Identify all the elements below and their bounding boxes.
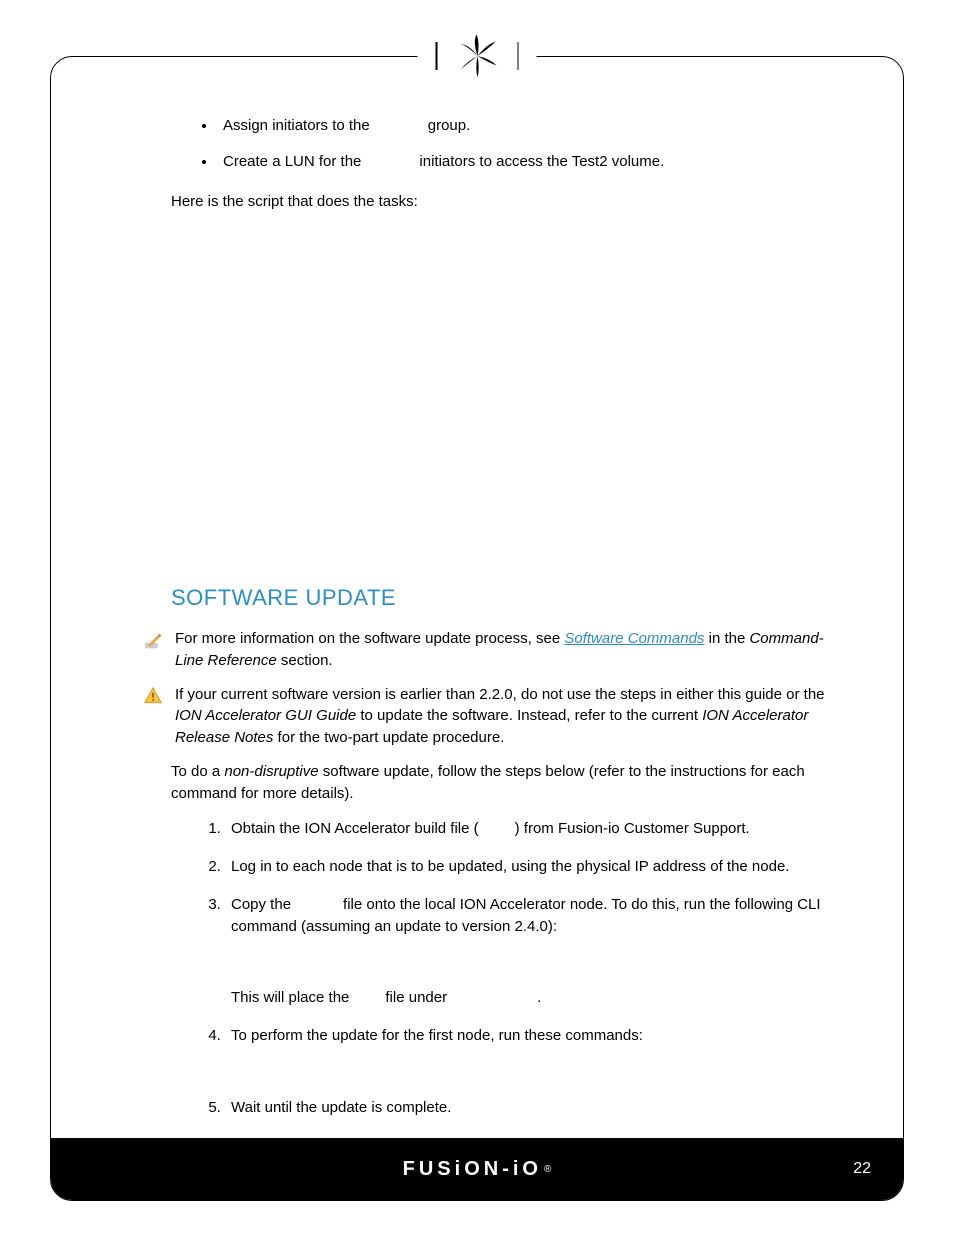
bullet-text-post: initiators to access the Test2 volume. bbox=[419, 153, 664, 170]
step4: To perform the update for the first node… bbox=[231, 1027, 643, 1044]
warn-text-a: If your current software version is earl… bbox=[175, 686, 825, 703]
warning-note: If your current software version is earl… bbox=[171, 684, 833, 749]
steps-list: Obtain the ION Accelerator build file ()… bbox=[225, 818, 833, 1118]
step1-a: Obtain the ION Accelerator build file ( bbox=[231, 820, 479, 837]
lead-a: To do a bbox=[171, 763, 224, 780]
step3sub-b: file under bbox=[385, 989, 447, 1006]
page-number: 22 bbox=[853, 1160, 871, 1178]
page-footer: FUSiON-iO® 22 bbox=[51, 1138, 903, 1200]
lead-paragraph: To do a non-disruptive software update, … bbox=[171, 761, 833, 805]
bullet-text-post: group. bbox=[428, 117, 471, 134]
bullet-list: Assign initiators to the group. Create a … bbox=[217, 115, 833, 173]
step-item: Obtain the ION Accelerator build file ()… bbox=[225, 818, 833, 840]
list-item: Create a LUN for the initiators to access… bbox=[217, 151, 833, 173]
warn-text-c: to update the software. Instead, refer t… bbox=[356, 707, 702, 724]
lead-b: non-disruptive bbox=[224, 763, 318, 780]
bullet-text-pre: Assign initiators to the bbox=[223, 117, 370, 134]
note-text-a: For more information on the software upd… bbox=[175, 630, 564, 647]
step-item: Copy thefile onto the local ION Accelera… bbox=[225, 894, 833, 1009]
step-item: Wait until the update is complete. bbox=[225, 1097, 833, 1119]
footer-brand: FUSiON-iO bbox=[403, 1158, 542, 1181]
step3sub-a: This will place the bbox=[231, 989, 349, 1006]
registered-mark: ® bbox=[544, 1164, 551, 1175]
step3-a: Copy the bbox=[231, 896, 291, 913]
step-item: Log in to each node that is to be update… bbox=[225, 856, 833, 878]
step3-b: file onto the local ION Accelerator node… bbox=[231, 896, 821, 935]
info-note-text: For more information on the software upd… bbox=[175, 628, 833, 672]
list-item: Assign initiators to the group. bbox=[217, 115, 833, 137]
step-item: To perform the update for the first node… bbox=[225, 1025, 833, 1047]
warn-text-e: for the two-part update procedure. bbox=[273, 729, 504, 746]
warn-text-b: ION Accelerator GUI Guide bbox=[175, 707, 356, 724]
page-frame: Assign initiators to the group. Create a … bbox=[50, 56, 904, 1201]
step3-sub: This will place the file under. bbox=[231, 987, 833, 1009]
bullet-text-pre: Create a LUN for the bbox=[223, 153, 361, 170]
section-heading: SOFTWARE UPDATE bbox=[171, 582, 833, 614]
info-note: For more information on the software upd… bbox=[171, 628, 833, 672]
step3sub-c: . bbox=[537, 989, 541, 1006]
note-text-d: section. bbox=[277, 652, 333, 669]
warning-icon bbox=[143, 686, 165, 713]
intro-paragraph: Here is the script that does the tasks: bbox=[171, 191, 833, 213]
note-text-b: in the bbox=[704, 630, 749, 647]
content-area: Assign initiators to the group. Create a … bbox=[171, 115, 833, 1135]
logo-tick-right bbox=[517, 42, 519, 70]
warning-note-text: If your current software version is earl… bbox=[175, 684, 833, 749]
leaf-logo-icon bbox=[453, 32, 501, 80]
software-commands-link[interactable]: Software Commands bbox=[564, 630, 704, 647]
step1-b: ) from Fusion-io Customer Support. bbox=[515, 820, 750, 837]
header-logo-wrap bbox=[418, 32, 537, 80]
logo-tick-left bbox=[436, 42, 438, 70]
pencil-note-icon bbox=[143, 630, 165, 659]
